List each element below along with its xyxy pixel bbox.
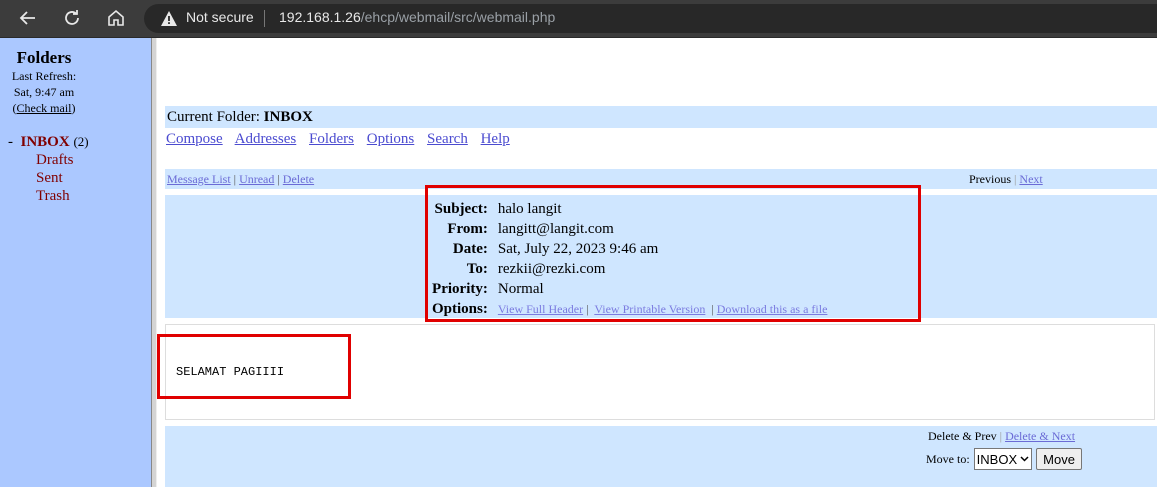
last-refresh: Last Refresh: Sat, 9:47 am (Check mail) xyxy=(0,68,88,116)
folder-inbox-label[interactable]: INBOX xyxy=(21,134,70,150)
date-value: Sat, July 22, 2023 9:46 am xyxy=(497,241,659,257)
menu-addresses[interactable]: Addresses xyxy=(235,131,297,147)
move-folder-value: INBOX xyxy=(976,451,1018,467)
next-link[interactable]: Next xyxy=(1019,172,1042,186)
header-date-row: Date: Sat, July 22, 2023 9:46 am xyxy=(427,239,832,259)
delete-prev-label: Delete & Prev xyxy=(928,429,997,443)
url-separator xyxy=(264,10,265,27)
address-bar[interactable]: Not secure 192.168.1.26/ehcp/webmail/src… xyxy=(144,4,1157,33)
message-headers: Subject: halo langit From: langitt@langit.… xyxy=(427,199,832,319)
date-label: Date: xyxy=(452,241,488,257)
move-folder-select[interactable]: INBOX xyxy=(973,448,1033,470)
current-folder-bar: Current Folder: INBOX xyxy=(165,106,1157,128)
message-body-text: SELAMAT PAGIIII xyxy=(176,365,285,379)
folder-item-inbox[interactable]: - INBOX (2) xyxy=(8,133,89,151)
message-header-box: Subject: halo langit From: langitt@langit.… xyxy=(165,195,1157,318)
header-subject-row: Subject: halo langit xyxy=(427,199,832,219)
menu-compose[interactable]: Compose xyxy=(166,131,223,147)
move-actions: Move to: INBOX Move xyxy=(926,448,1082,470)
folder-item-drafts[interactable]: Drafts xyxy=(8,151,89,169)
message-body: SELAMAT PAGIIII xyxy=(165,324,1155,420)
subject-label: Subject: xyxy=(434,201,488,217)
reload-icon[interactable] xyxy=(60,6,84,30)
message-nav-left: Message List | Unread | Delete xyxy=(167,172,315,186)
url-path: /ehcp/webmail/src/webmail.php xyxy=(360,9,556,25)
folders-title: Folders xyxy=(16,48,72,67)
move-to-label: Move to: xyxy=(926,451,970,466)
folder-item-trash[interactable]: Trash xyxy=(8,187,89,205)
menu-folders[interactable]: Folders xyxy=(309,131,354,147)
to-label: To: xyxy=(466,261,488,277)
delete-link[interactable]: Delete xyxy=(283,172,314,186)
check-mail-link[interactable]: Check mail xyxy=(17,101,72,115)
view-full-header-link[interactable]: View Full Header xyxy=(498,302,583,316)
url-text[interactable]: 192.168.1.26/ehcp/webmail/src/webmail.ph… xyxy=(279,9,555,25)
inbox-count: (2) xyxy=(73,134,89,149)
home-icon[interactable] xyxy=(104,6,128,30)
options-links: View Full Header | View Printable Versio… xyxy=(497,302,828,316)
url-host: 192.168.1.26 xyxy=(279,9,361,25)
back-arrow-icon[interactable] xyxy=(16,6,40,30)
options-label: Options: xyxy=(432,301,488,317)
check-mail: (Check mail) xyxy=(12,101,76,115)
last-refresh-label: Last Refresh: xyxy=(11,69,77,83)
menu-search[interactable]: Search xyxy=(427,131,468,147)
bottom-actions-bar: Delete & Prev | Delete & Next Move to: I… xyxy=(165,426,1157,487)
warning-icon[interactable] xyxy=(160,10,178,27)
delete-actions: Delete & Prev | Delete & Next xyxy=(928,429,1076,443)
folder-item-sent[interactable]: Sent xyxy=(8,169,89,187)
menu-help[interactable]: Help xyxy=(481,131,510,147)
from-label: From: xyxy=(447,221,488,237)
browser-toolbar: Not secure 192.168.1.26/ehcp/webmail/src… xyxy=(0,0,1157,38)
previous-label: Previous xyxy=(969,172,1011,186)
view-printable-link[interactable]: View Printable Version xyxy=(594,302,705,316)
header-to-row: To: rezkii@rezki.com xyxy=(427,259,832,279)
security-label[interactable]: Not secure xyxy=(186,9,254,25)
priority-value: Normal xyxy=(497,281,544,297)
header-from-row: From: langitt@langit.com xyxy=(427,219,832,239)
message-list-link[interactable]: Message List xyxy=(167,172,231,186)
subject-value: halo langit xyxy=(497,201,562,217)
header-priority-row: Priority: Normal xyxy=(427,279,832,299)
to-value: rezkii@rezki.com xyxy=(497,261,606,277)
download-file-link[interactable]: Download this as a file xyxy=(717,302,828,316)
folder-list: - INBOX (2) Drafts Sent Trash xyxy=(8,133,89,205)
from-value: langitt@langit.com xyxy=(497,221,614,237)
menu-options[interactable]: Options xyxy=(367,131,415,147)
header-options-row: Options: View Full Header | View Printab… xyxy=(427,299,832,319)
folder-sidebar: Folders Last Refresh: Sat, 9:47 am (Chec… xyxy=(0,38,151,487)
main-menu: Compose Addresses Folders Options Search… xyxy=(166,131,519,148)
delete-next-link[interactable]: Delete & Next xyxy=(1005,429,1075,443)
current-folder-label: Current Folder: xyxy=(167,109,260,125)
message-nav-right: Previous | Next xyxy=(969,172,1043,186)
current-folder-name: INBOX xyxy=(263,109,313,125)
chevron-down-icon xyxy=(1020,456,1029,462)
unread-link[interactable]: Unread xyxy=(239,172,274,186)
message-nav-bar: Message List | Unread | Delete Previous … xyxy=(165,169,1157,189)
message-frame: Current Folder: INBOX Compose Addresses … xyxy=(157,38,1157,487)
priority-label: Priority: xyxy=(432,281,488,297)
move-button[interactable]: Move xyxy=(1036,448,1082,470)
last-refresh-time: Sat, 9:47 am xyxy=(13,85,75,99)
